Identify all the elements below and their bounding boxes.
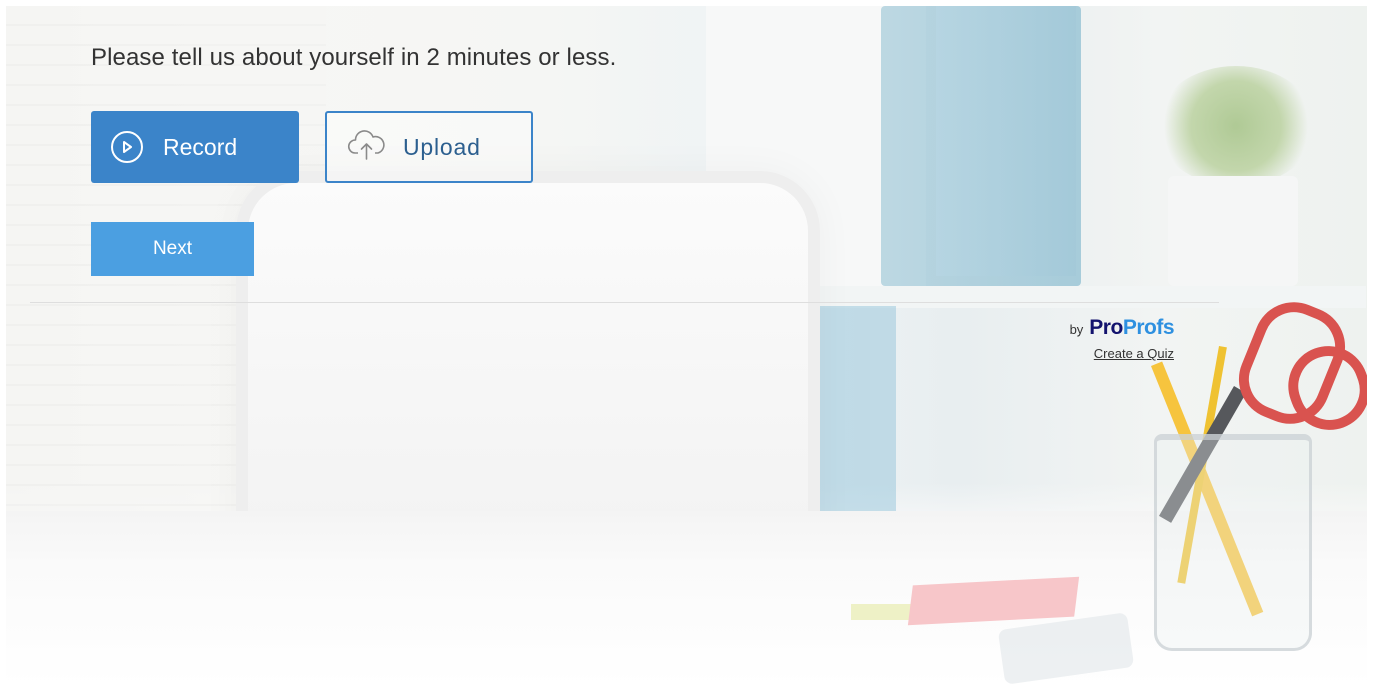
background-pencil xyxy=(1151,361,1264,617)
background-pencil xyxy=(1177,346,1227,584)
background-cabinet xyxy=(746,306,896,521)
background-plant xyxy=(1156,66,1316,186)
background-paperclip-box xyxy=(997,612,1135,685)
background-scissors-handle xyxy=(1277,334,1367,442)
create-quiz-link[interactable]: Create a Quiz xyxy=(1066,346,1174,361)
question-prompt: Please tell us about yourself in 2 minut… xyxy=(91,44,617,71)
play-circle-icon xyxy=(111,131,143,163)
background-chair xyxy=(236,171,820,575)
by-label: by xyxy=(1069,322,1084,337)
background-binder xyxy=(881,6,1081,286)
record-button[interactable]: Record xyxy=(91,111,299,183)
logo-pro: Pro xyxy=(1089,316,1123,339)
background-shelf-board xyxy=(706,286,1366,308)
background-scissors-blade xyxy=(1159,386,1247,523)
divider xyxy=(30,302,1219,303)
background-binder xyxy=(936,6,1076,276)
background-shelf xyxy=(706,6,926,296)
cloud-upload-icon xyxy=(347,129,387,166)
quiz-page: Please tell us about yourself in 2 minut… xyxy=(6,6,1367,687)
record-label: Record xyxy=(163,133,238,160)
next-button[interactable]: Next xyxy=(91,222,254,276)
logo-profs: Profs xyxy=(1122,316,1175,339)
background-scissors-handle xyxy=(1226,290,1358,436)
background-plant-pot xyxy=(1168,176,1298,286)
background-sticky-notes xyxy=(851,604,961,620)
upload-label: Upload xyxy=(403,133,481,160)
background-pen-cup xyxy=(1154,434,1312,651)
background-desk xyxy=(6,511,1367,687)
upload-button[interactable]: Upload xyxy=(325,111,533,183)
proprofs-logo[interactable]: by Pro Profs xyxy=(1061,316,1175,340)
background-sticky-notes xyxy=(907,576,1080,626)
